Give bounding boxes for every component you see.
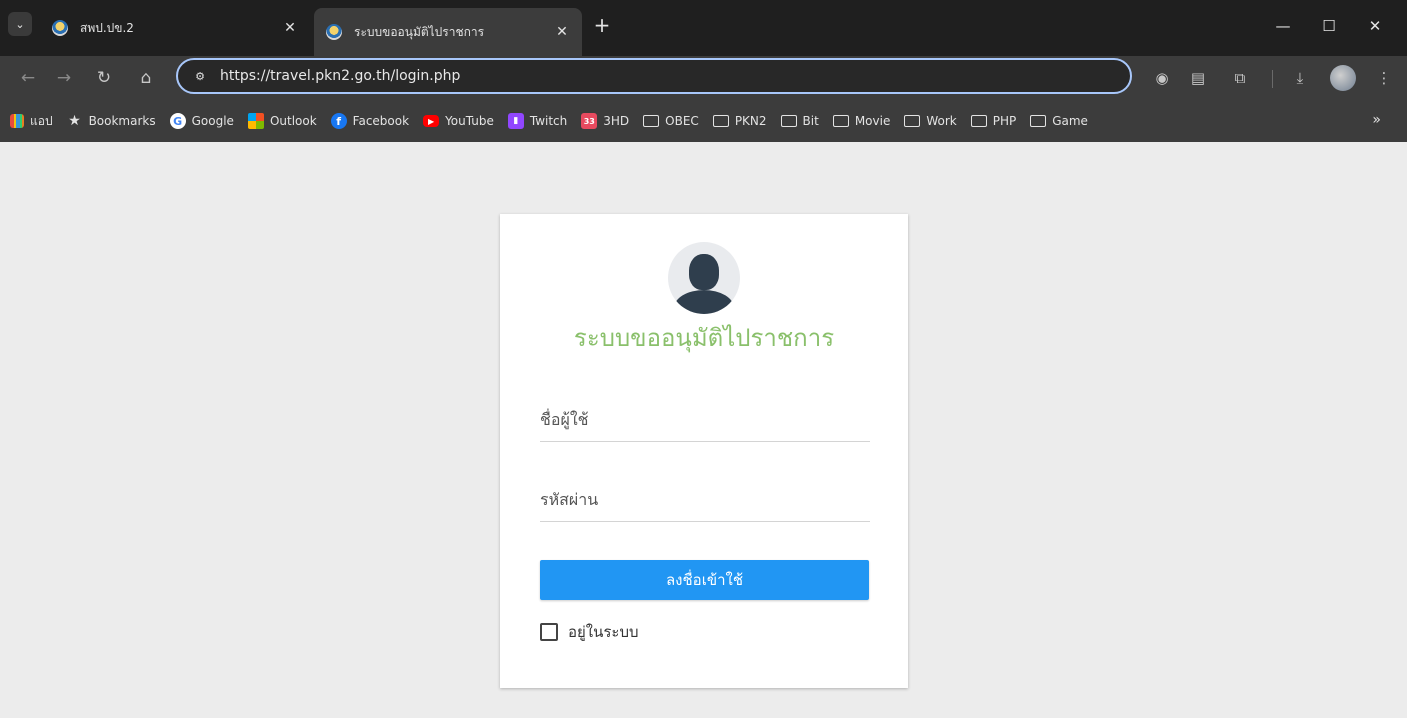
bookmark-apps[interactable]: แอป (10, 112, 53, 131)
bookmark-label: Bit (802, 114, 819, 128)
tab-title: สพป.ปข.2 (80, 20, 134, 35)
bookmark-twitch[interactable]: ▮ Twitch (507, 113, 568, 129)
camera-icon[interactable]: ◉ (1150, 66, 1174, 90)
tab-strip: ⌄ สพป.ปข.2 ✕ ระบบขออนุมัติไปราชการ ✕ + —… (0, 0, 1407, 56)
bookmark-label: Bookmarks (88, 114, 156, 128)
bookmark-folder-game[interactable]: Game (1030, 114, 1088, 128)
password-field[interactable] (540, 482, 870, 522)
bookmarks-overflow-icon[interactable]: » (1372, 112, 1381, 128)
username-field[interactable] (540, 402, 870, 442)
remember-checkbox[interactable] (540, 623, 558, 641)
extensions-icon[interactable]: ⧉ (1228, 66, 1252, 90)
remember-label: อยู่ในระบบ (568, 623, 639, 641)
tab-title: ระบบขออนุมัติไปราชการ (354, 24, 485, 39)
login-button[interactable]: ลงชื่อเข้าใช้ (540, 560, 869, 600)
remember-me[interactable]: อยู่ในระบบ (540, 620, 639, 644)
back-icon[interactable]: ← (14, 64, 42, 92)
site-favicon-icon (326, 24, 342, 40)
bookmark-folder-php[interactable]: PHP (970, 114, 1017, 128)
bookmark-bookmarks[interactable]: ★ Bookmarks (67, 113, 156, 129)
minimize-icon[interactable]: — (1260, 14, 1306, 38)
folder-icon (780, 115, 797, 127)
bookmark-youtube[interactable]: ▶ YouTube (423, 114, 494, 128)
bookmark-label: 3HD (603, 114, 630, 128)
youtube-icon: ▶ (423, 115, 440, 127)
new-tab-icon[interactable]: + (590, 14, 614, 38)
bookmark-label: PHP (992, 114, 1017, 128)
close-window-icon[interactable]: ✕ (1352, 14, 1398, 38)
avatar-shoulders (674, 290, 734, 314)
apps-grid-icon (10, 114, 24, 128)
forward-icon[interactable]: → (50, 64, 78, 92)
bookmark-folder-obec[interactable]: OBEC (643, 114, 699, 128)
menu-kebab-icon[interactable]: ⋮ (1372, 66, 1396, 90)
folder-icon (712, 115, 729, 127)
bookmark-label: Work (926, 114, 957, 128)
bookmark-folder-pkn2[interactable]: PKN2 (712, 114, 767, 128)
browser-toolbar: ← → ↻ ⌂ ⚙ https://travel.pkn2.go.th/logi… (0, 56, 1407, 100)
google-icon: G (169, 113, 186, 129)
bookmark-label: PKN2 (734, 114, 767, 128)
twitch-icon: ▮ (507, 113, 524, 129)
bookmark-folder-work[interactable]: Work (904, 114, 957, 128)
folder-icon (643, 115, 660, 127)
bookmark-label: Movie (854, 114, 891, 128)
bookmark-label: Facebook (352, 114, 410, 128)
bookmark-label: Game (1052, 114, 1088, 128)
tab-search-chevron-icon[interactable]: ⌄ (8, 12, 32, 36)
home-icon[interactable]: ⌂ (132, 64, 160, 92)
bookmark-facebook[interactable]: f Facebook (330, 113, 410, 129)
facebook-icon: f (330, 113, 347, 129)
bookmark-label: แอป (30, 113, 53, 128)
download-icon[interactable]: ⤓ (1288, 66, 1312, 90)
user-avatar-icon (668, 242, 740, 314)
bookmark-label: YouTube (445, 114, 494, 128)
tab-close-icon[interactable]: ✕ (554, 24, 570, 40)
reload-icon[interactable]: ↻ (90, 64, 118, 92)
star-icon: ★ (68, 113, 81, 129)
app-title: ระบบขออนุมัติไปราชการ (573, 324, 835, 352)
bookmark-outlook[interactable]: Outlook (247, 113, 317, 129)
bookmark-folder-movie[interactable]: Movie (832, 114, 891, 128)
maximize-icon[interactable]: ☐ (1306, 14, 1352, 38)
bookmark-label: Twitch (529, 114, 568, 128)
folder-icon (832, 115, 849, 127)
tab-travel-login[interactable]: ระบบขออนุมัติไปราชการ ✕ (314, 8, 582, 56)
address-bar[interactable]: ⚙ https://travel.pkn2.go.th/login.php (176, 58, 1132, 94)
bookmark-label: OBEC (665, 114, 699, 128)
tab-close-icon[interactable]: ✕ (282, 20, 298, 36)
avatar-head (689, 254, 719, 290)
bookmark-folder-bit[interactable]: Bit (780, 114, 819, 128)
site-info-icon[interactable]: ⚙ (190, 66, 210, 86)
reader-mode-icon[interactable]: ▤ (1186, 66, 1210, 90)
folder-icon (904, 115, 921, 127)
site-favicon-icon (52, 20, 68, 36)
folder-icon (1030, 115, 1047, 127)
bookmarks-bar: แอป ★ Bookmarks G Google Outlook f Facebook… (0, 100, 1407, 142)
tab-spp-pkn2[interactable]: สพป.ปข.2 ✕ (40, 8, 310, 48)
bookmark-label: Google (191, 114, 234, 128)
toolbar-divider (1272, 70, 1273, 88)
login-card: ระบบขออนุมัติไปราชการ ลงชื่อเข้าใช้ อยู่… (500, 214, 908, 688)
profile-avatar[interactable] (1330, 65, 1356, 91)
3hd-icon: 33 (581, 113, 598, 129)
bookmark-label: Outlook (269, 114, 317, 128)
folder-icon (970, 115, 987, 127)
url-text[interactable]: https://travel.pkn2.go.th/login.php (220, 68, 460, 84)
outlook-icon (247, 113, 264, 129)
bookmark-google[interactable]: G Google (169, 113, 234, 129)
bookmark-3hd[interactable]: 33 3HD (581, 113, 629, 129)
